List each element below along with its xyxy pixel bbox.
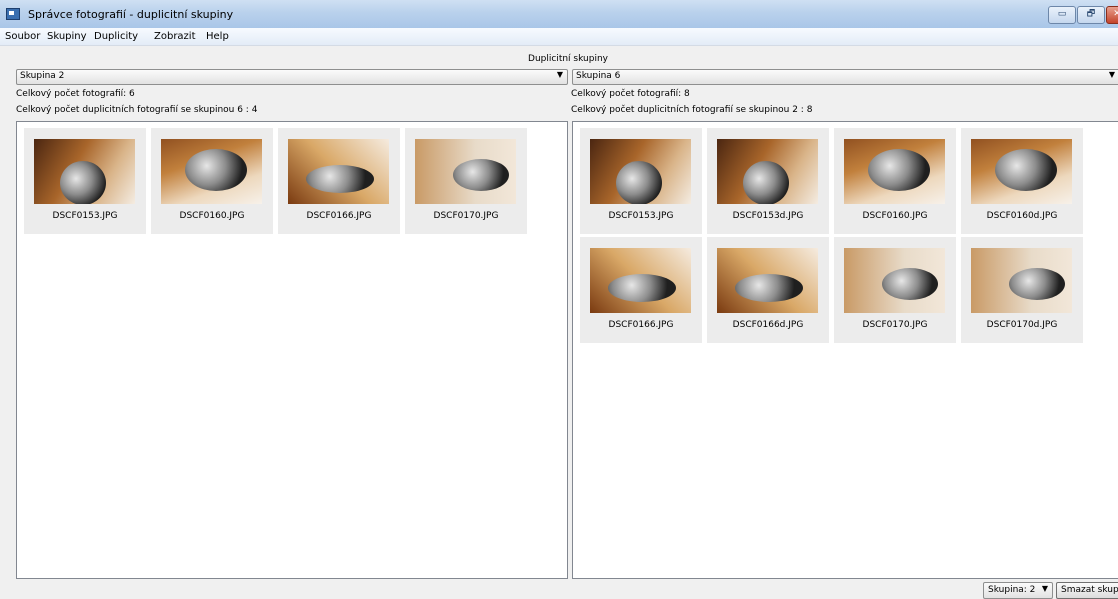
menu-soubor[interactable]: Soubor: [5, 31, 40, 42]
photo-thumbnail[interactable]: DSCF0160d.JPG: [961, 128, 1083, 234]
menu-bar: Soubor Skupiny Duplicity Zobrazit Help: [0, 28, 1118, 46]
close-button[interactable]: ✕: [1106, 6, 1118, 24]
left-group-select[interactable]: Skupina 2 ▼: [16, 69, 568, 85]
menu-skupiny[interactable]: Skupiny: [47, 31, 87, 42]
photo-filename: DSCF0153d.JPG: [732, 211, 804, 221]
photo-image: [844, 139, 945, 204]
app-icon: [6, 8, 20, 20]
chevron-down-icon: ▼: [1108, 70, 1115, 79]
group-number-value: Skupina: 2: [988, 585, 1036, 595]
left-total-count: Celkový počet fotografií: 6: [16, 89, 135, 99]
photo-thumbnail[interactable]: DSCF0153.JPG: [24, 128, 146, 234]
photo-image: [717, 248, 818, 313]
photo-thumbnail[interactable]: DSCF0166.JPG: [580, 237, 702, 343]
section-title: Duplicitní skupiny: [528, 54, 608, 64]
right-duplicate-count: Celkový počet duplicitních fotografií se…: [571, 105, 813, 115]
delete-group-button[interactable]: Smazat skupinu: [1056, 582, 1118, 599]
photo-thumbnail[interactable]: DSCF0170.JPG: [834, 237, 956, 343]
photo-image: [590, 139, 691, 204]
maximize-button[interactable]: 🗗: [1077, 6, 1105, 24]
photo-filename: DSCF0166d.JPG: [732, 320, 804, 330]
photo-thumbnail[interactable]: DSCF0153d.JPG: [707, 128, 829, 234]
photo-image: [161, 139, 262, 204]
menu-help[interactable]: Help: [206, 31, 229, 42]
left-group-select-value: Skupina 2: [20, 71, 65, 81]
photo-filename: DSCF0170d.JPG: [986, 320, 1058, 330]
photo-filename: DSCF0153.JPG: [52, 211, 118, 221]
group-number-select[interactable]: Skupina: 2 ▼: [983, 582, 1053, 599]
right-total-count: Celkový počet fotografií: 8: [571, 89, 690, 99]
photo-image: [34, 139, 135, 204]
photo-filename: DSCF0170.JPG: [433, 211, 499, 221]
photo-filename: DSCF0153.JPG: [608, 211, 674, 221]
photo-image: [971, 139, 1072, 204]
photo-image: [971, 248, 1072, 313]
photo-filename: DSCF0160d.JPG: [986, 211, 1058, 221]
chevron-down-icon: ▼: [556, 70, 563, 79]
photo-filename: DSCF0166.JPG: [608, 320, 674, 330]
photo-thumbnail[interactable]: DSCF0160.JPG: [151, 128, 273, 234]
photo-thumbnail[interactable]: DSCF0170.JPG: [405, 128, 527, 234]
photo-image: [844, 248, 945, 313]
title-bar: Správce fotografií - duplicitní skupiny …: [0, 0, 1118, 29]
photo-thumbnail[interactable]: DSCF0153.JPG: [580, 128, 702, 234]
photo-filename: DSCF0160.JPG: [862, 211, 928, 221]
photo-thumbnail[interactable]: DSCF0160.JPG: [834, 128, 956, 234]
chevron-down-icon: ▼: [1041, 584, 1048, 593]
menu-zobrazit[interactable]: Zobrazit: [154, 31, 196, 42]
right-group-select-value: Skupina 6: [576, 71, 621, 81]
photo-thumbnail[interactable]: DSCF0166.JPG: [278, 128, 400, 234]
photo-thumbnail[interactable]: DSCF0166d.JPG: [707, 237, 829, 343]
photo-image: [288, 139, 389, 204]
minimize-button[interactable]: ▭: [1048, 6, 1076, 24]
right-group-select[interactable]: Skupina 6 ▼: [572, 69, 1118, 85]
left-duplicate-count: Celkový počet duplicitních fotografií se…: [16, 105, 258, 115]
photo-filename: DSCF0166.JPG: [306, 211, 372, 221]
photo-image: [717, 139, 818, 204]
photo-image: [590, 248, 691, 313]
menu-duplicity[interactable]: Duplicity: [94, 31, 138, 42]
photo-filename: DSCF0170.JPG: [862, 320, 928, 330]
window-title: Správce fotografií - duplicitní skupiny: [28, 8, 234, 21]
photo-image: [415, 139, 516, 204]
left-photo-panel[interactable]: DSCF0153.JPG DSCF0160.JPG DSCF0166.JPG D…: [16, 121, 568, 579]
photo-filename: DSCF0160.JPG: [179, 211, 245, 221]
photo-thumbnail[interactable]: DSCF0170d.JPG: [961, 237, 1083, 343]
right-photo-panel[interactable]: DSCF0153.JPG DSCF0153d.JPG DSCF0160.JPG …: [572, 121, 1118, 579]
